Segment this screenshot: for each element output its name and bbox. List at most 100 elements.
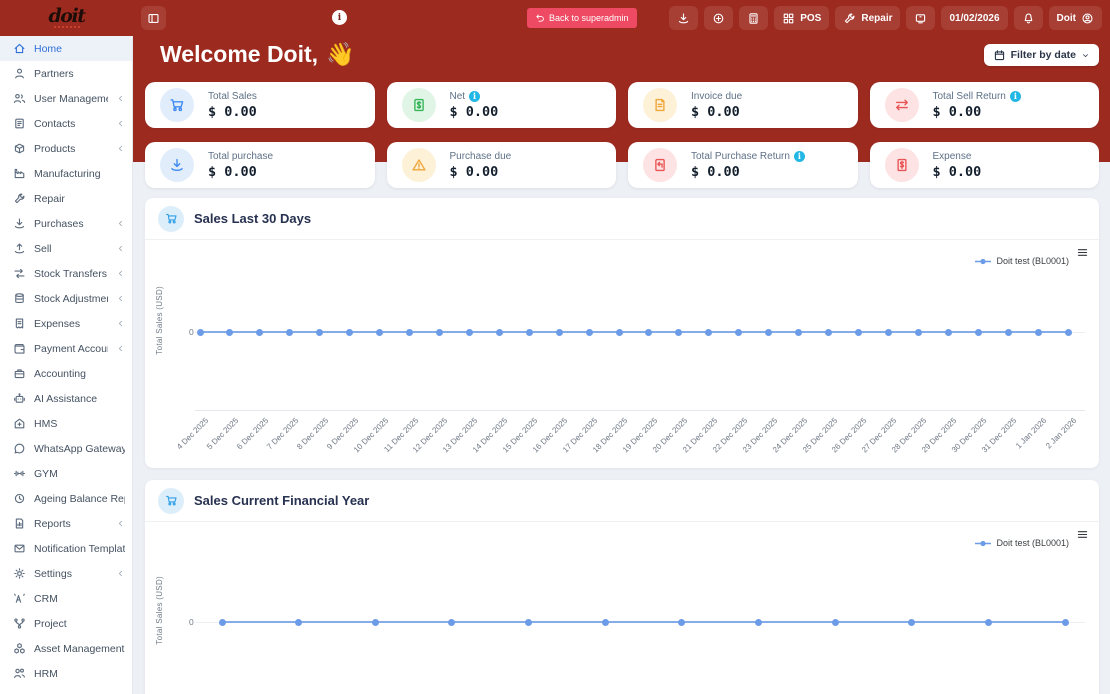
project-icon xyxy=(13,617,26,630)
data-point xyxy=(448,618,456,626)
sidebar-item-contacts[interactable]: Contacts xyxy=(0,111,132,136)
calendar-icon xyxy=(993,49,1006,62)
sidebar-item-label: Settings xyxy=(34,567,72,580)
sidebar-item-hrm[interactable]: HRM xyxy=(0,661,132,686)
download-button[interactable] xyxy=(669,6,699,30)
sidebar-item-manufacturing[interactable]: Manufacturing xyxy=(0,161,132,186)
sidebar-item-payment-accounts[interactable]: Payment Accounts xyxy=(0,336,132,361)
y-axis-tick: 0 xyxy=(189,617,194,627)
notifications-button[interactable] xyxy=(1013,6,1043,30)
sidebar-item-sell[interactable]: Sell xyxy=(0,236,132,261)
sidebar-item-partners[interactable]: Partners xyxy=(0,61,132,86)
transfer-icon xyxy=(13,267,26,280)
assets-icon xyxy=(13,642,26,655)
add-button[interactable] xyxy=(704,6,734,30)
chart-menu-icon[interactable] xyxy=(1076,528,1089,541)
sidebar-item-notification-templates[interactable]: Notification Templates xyxy=(0,536,132,561)
stat-label: Expense xyxy=(932,150,972,162)
sidebar-item-project[interactable]: Project xyxy=(0,611,132,636)
sidebar-item-stock-adjustment[interactable]: Stock Adjustment xyxy=(0,286,132,311)
stat-value: $ 0.00 xyxy=(691,103,740,120)
chevron-left-icon xyxy=(116,119,125,128)
sidebar-item-products[interactable]: Products xyxy=(0,136,132,161)
sidebar-item-label: Partners xyxy=(34,67,74,80)
stat-label: Purchase due xyxy=(449,150,512,162)
stat-card-total-purchase-return: Total Purchase Return i $ 0.00 xyxy=(628,142,858,188)
sidebar-item-label: HMS xyxy=(34,417,58,430)
sidebar-item-label: Accounting xyxy=(34,367,86,380)
x-axis-tick-label: 4 Dec 2025 xyxy=(175,416,211,452)
sidebar-item-whatsapp-gateway[interactable]: WhatsApp Gateway xyxy=(0,436,132,461)
info-icon[interactable]: i xyxy=(332,10,347,25)
info-icon[interactable]: i xyxy=(1009,90,1021,102)
pos-button[interactable]: POS xyxy=(774,6,830,30)
plus-circle-icon xyxy=(712,12,725,25)
back-to-superadmin-button[interactable]: Back to superadmin xyxy=(527,8,637,28)
data-point xyxy=(795,328,803,336)
sidebar-item-hms[interactable]: HMS xyxy=(0,411,132,436)
data-point xyxy=(555,328,563,336)
repair-button[interactable]: Repair xyxy=(835,6,901,30)
chart-legend[interactable]: Doit test (BL0001) xyxy=(974,538,1069,548)
y-axis-label: Total Sales (USD) xyxy=(155,576,164,645)
calculator-button[interactable] xyxy=(739,6,769,30)
data-point xyxy=(884,328,892,336)
data-point xyxy=(256,328,264,336)
register-button[interactable] xyxy=(906,6,936,30)
info-icon[interactable]: i xyxy=(469,90,481,102)
data-point xyxy=(406,328,414,336)
crm-icon xyxy=(13,592,26,605)
undo-icon xyxy=(535,13,545,23)
data-point xyxy=(525,328,533,336)
bell-icon xyxy=(1022,12,1035,25)
sidebar-item-asset-management[interactable]: Asset Management xyxy=(0,636,132,661)
sidebar-toggle-icon xyxy=(147,12,160,25)
sidebar-item-reports[interactable]: Reports xyxy=(0,511,132,536)
data-point xyxy=(984,618,992,626)
filter-by-date-button[interactable]: Filter by date xyxy=(983,44,1099,66)
chart-menu-icon[interactable] xyxy=(1076,246,1089,259)
chart-legend[interactable]: Doit test (BL0001) xyxy=(974,256,1069,266)
current-date: 01/02/2026 xyxy=(949,12,1000,24)
data-point xyxy=(615,328,623,336)
app-logo[interactable]: doit xyxy=(0,0,133,36)
sidebar-toggle-button[interactable] xyxy=(141,6,166,30)
data-point xyxy=(465,328,473,336)
data-point xyxy=(295,618,303,626)
data-point xyxy=(825,328,833,336)
sidebar-item-label: GYM xyxy=(34,467,58,480)
data-point xyxy=(854,328,862,336)
sidebar-item-accounting[interactable]: Accounting xyxy=(0,361,132,386)
sidebar-item-repair[interactable]: Repair xyxy=(0,186,132,211)
chevron-left-icon xyxy=(116,344,125,353)
whatsapp-icon xyxy=(13,442,26,455)
chart-title: Sales Current Financial Year xyxy=(194,493,370,508)
user-menu-button[interactable]: Doit xyxy=(1048,6,1102,30)
data-point xyxy=(908,618,916,626)
wrench-icon xyxy=(13,192,26,205)
sidebar-item-gym[interactable]: GYM xyxy=(0,461,132,486)
sidebar-item-stock-transfers[interactable]: Stock Transfers xyxy=(0,261,132,286)
contact-icon xyxy=(13,117,26,130)
stat-card-total-sell-return: Total Sell Return i $ 0.00 xyxy=(869,82,1099,128)
sidebar-item-label: Stock Adjustment xyxy=(34,292,108,305)
sidebar-item-ageing-balance-report[interactable]: Ageing Balance Report xyxy=(0,486,132,511)
info-icon[interactable]: i xyxy=(793,150,805,162)
sidebar-item-label: Sell xyxy=(34,242,52,255)
data-point xyxy=(1064,328,1072,336)
sidebar-item-purchases[interactable]: Purchases xyxy=(0,211,132,236)
stat-card-total-sales: Total Sales $ 0.00 xyxy=(145,82,375,128)
sidebar-item-settings[interactable]: Settings xyxy=(0,561,132,586)
stats-grid: Total Sales $ 0.00 Net i $ 0.00 Invoice due $ … xyxy=(145,82,1099,188)
sidebar-item-label: AI Assistance xyxy=(34,392,98,405)
date-button[interactable]: 01/02/2026 xyxy=(941,6,1008,30)
sidebar-item-crm[interactable]: CRM xyxy=(0,586,132,611)
sidebar-item-home[interactable]: Home xyxy=(0,36,132,61)
sidebar-item-ai-assistance[interactable]: AI Assistance xyxy=(0,386,132,411)
sidebar-item-expenses[interactable]: Expenses xyxy=(0,311,132,336)
data-point xyxy=(435,328,443,336)
sidebar-item-label: WhatsApp Gateway xyxy=(34,442,125,455)
sidebar-item-user-management[interactable]: User Management xyxy=(0,86,132,111)
data-point xyxy=(316,328,324,336)
data-point xyxy=(286,328,294,336)
